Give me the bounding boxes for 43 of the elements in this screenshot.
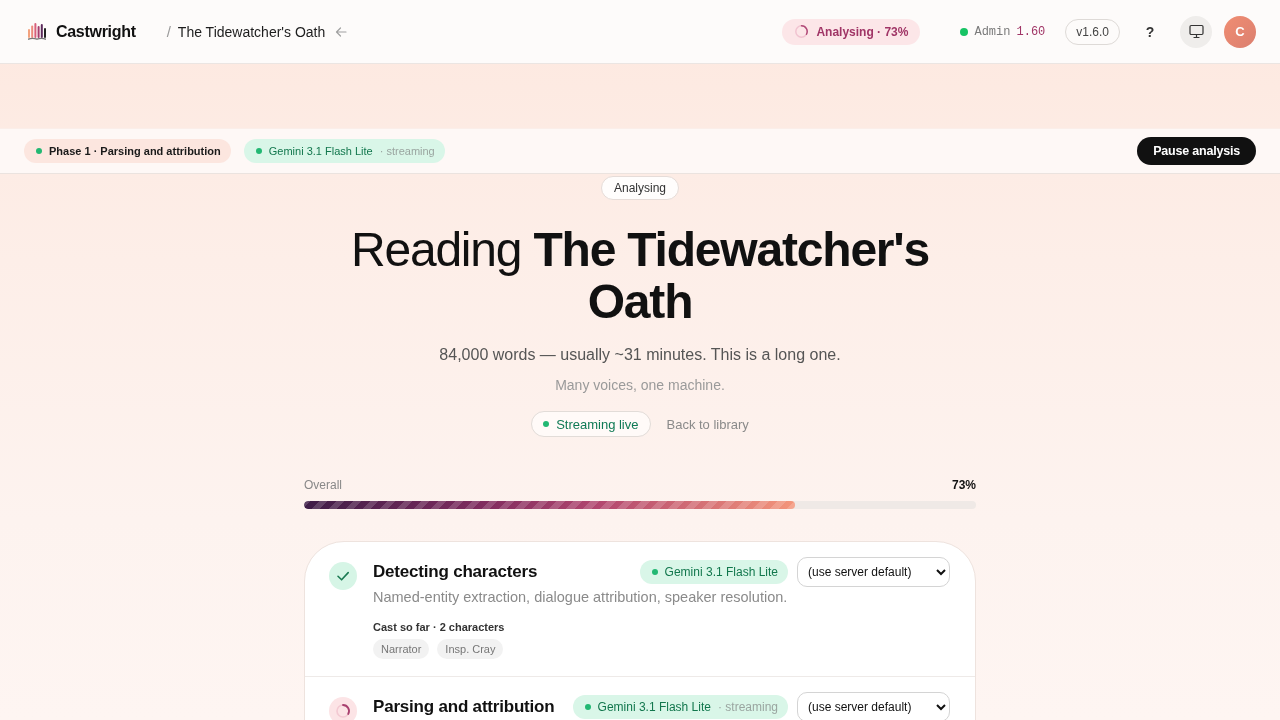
status-label: Analysing · 73%	[816, 24, 909, 39]
spinner-icon	[795, 25, 809, 38]
status-dot-icon	[255, 148, 262, 154]
online-dot-icon	[960, 27, 969, 36]
tagline: Many voices, one machine.	[555, 376, 725, 395]
character-chip: Insp. Cray	[437, 639, 504, 659]
stage-title: Parsing and attribution	[373, 697, 555, 717]
subtitle: 84,000 words — usually ~31 minutes. This is a long one.	[439, 345, 841, 365]
character-chip: Narrator	[373, 639, 430, 659]
model-select[interactable]: (use server default)	[797, 557, 950, 587]
model-name: Gemini 3.1 Flash Lite	[268, 145, 373, 157]
streaming-label: Streaming live	[556, 416, 639, 432]
page-heading: Reading The Tidewatcher's Oath	[349, 224, 931, 328]
spinner-icon	[329, 697, 357, 720]
model-note: · streaming	[717, 700, 778, 714]
breadcrumb-separator: /	[166, 23, 171, 40]
status-dot-icon	[36, 148, 42, 154]
user-role: Admin	[974, 24, 1011, 39]
version-label: v1.6.0	[1065, 18, 1120, 45]
arrow-left-icon	[335, 25, 348, 38]
help-button[interactable]: ?	[1134, 15, 1166, 48]
pause-analysis-button[interactable]: Pause analysis	[1137, 137, 1256, 165]
model-name: Gemini 3.1 Flash Lite	[664, 565, 778, 579]
status-dot-icon	[584, 704, 591, 710]
overall-label: Overall	[304, 477, 342, 494]
model-select[interactable]: (use server default)	[797, 692, 950, 720]
status-dot-icon	[651, 569, 658, 575]
live-dot-icon	[543, 421, 550, 427]
book-title: The Tidewatcher's Oath	[177, 23, 326, 40]
monitor-button[interactable]	[1180, 15, 1212, 48]
stage-title: Detecting characters	[373, 562, 538, 582]
brand-name: Castwright	[56, 22, 136, 41]
monitor-icon	[1188, 24, 1204, 39]
analysing-badge: Analysing	[601, 176, 679, 200]
logo-icon	[28, 23, 46, 40]
user-value: 1.60	[1016, 24, 1046, 39]
model-name: Gemini 3.1 Flash Lite	[597, 700, 711, 714]
model-note: · streaming	[379, 145, 435, 157]
overall-percent: 73%	[951, 477, 976, 494]
phase-label: Phase 1 · Parsing and attribution	[49, 145, 221, 157]
check-icon	[329, 562, 357, 590]
stage-description: Named-entity extraction, dialogue attribution, speaker resolution.	[373, 588, 789, 607]
cast-label: Cast so far · 2 characters	[373, 620, 506, 635]
